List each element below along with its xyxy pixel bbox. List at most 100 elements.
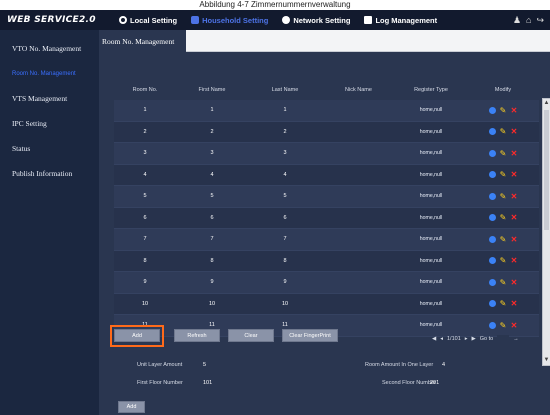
edit-icon[interactable]: ✎ bbox=[500, 235, 507, 243]
view-icon[interactable] bbox=[488, 192, 496, 200]
edit-icon[interactable]: ✎ bbox=[500, 321, 507, 329]
logout-icon[interactable]: ↪ bbox=[536, 15, 544, 25]
cell-register-type: home,null bbox=[419, 128, 443, 135]
gear-icon bbox=[119, 16, 127, 24]
tab-bar-spacer bbox=[186, 30, 550, 52]
view-icon[interactable] bbox=[488, 300, 496, 308]
first-floor-number-value[interactable]: 101 bbox=[203, 380, 212, 386]
table-row[interactable]: 7 7 7 home,null ✎ ✕ bbox=[114, 229, 539, 251]
sidebar-item-status[interactable]: Status bbox=[0, 136, 99, 161]
menu-log-management[interactable]: Log Management bbox=[364, 16, 437, 25]
delete-icon[interactable]: ✕ bbox=[511, 235, 518, 243]
pagination: ◀ ◂ 1/101 ▸ ▶ Go to → bbox=[432, 335, 519, 343]
view-icon[interactable] bbox=[488, 128, 496, 136]
cell-modify: ✎ ✕ bbox=[467, 192, 539, 200]
tab-room-management[interactable]: Room No. Management bbox=[99, 30, 187, 52]
sidebar-item-room-management[interactable]: Room No. Management bbox=[0, 61, 99, 86]
delete-icon[interactable]: ✕ bbox=[511, 214, 518, 222]
sidebar-item-publish-information[interactable]: Publish Information bbox=[0, 161, 99, 186]
menu-network-setting[interactable]: Network Setting bbox=[282, 16, 350, 25]
view-icon[interactable] bbox=[488, 214, 496, 222]
delete-icon[interactable]: ✕ bbox=[511, 300, 518, 308]
second-floor-number-value[interactable]: 201 bbox=[430, 380, 439, 386]
table-row[interactable]: 3 3 3 home,null ✎ ✕ bbox=[114, 143, 539, 165]
cell-room-no: 8 bbox=[143, 257, 147, 264]
sidebar-item-vto-management[interactable]: VTO No. Management bbox=[0, 36, 99, 61]
edit-icon[interactable]: ✎ bbox=[500, 106, 507, 114]
cell-register-type: home,null bbox=[419, 257, 443, 264]
table-row[interactable]: 9 9 9 home,null ✎ ✕ bbox=[114, 272, 539, 294]
cell-register-type: home,null bbox=[419, 214, 443, 221]
delete-icon[interactable]: ✕ bbox=[511, 171, 518, 179]
cell-last-name: 2 bbox=[283, 128, 287, 135]
cell-last-name: 4 bbox=[283, 171, 287, 178]
table-row[interactable]: 10 10 10 home,null ✎ ✕ bbox=[114, 293, 539, 315]
delete-icon[interactable]: ✕ bbox=[511, 257, 518, 265]
edit-icon[interactable]: ✎ bbox=[500, 278, 507, 286]
table-vertical-scrollbar[interactable]: ▲ ▼ bbox=[542, 98, 550, 366]
cell-room-no: 4 bbox=[143, 171, 147, 178]
view-icon[interactable] bbox=[488, 278, 496, 286]
next-page-icon[interactable]: ▸ bbox=[465, 336, 468, 342]
add-layer-button[interactable]: Add bbox=[118, 401, 145, 413]
last-page-icon[interactable]: ▶ bbox=[472, 336, 476, 342]
scroll-up-icon[interactable]: ▲ bbox=[543, 99, 550, 108]
add-button[interactable]: Add bbox=[114, 329, 160, 342]
first-page-icon[interactable]: ◀ bbox=[432, 336, 436, 342]
user-icon[interactable]: ♟ bbox=[513, 15, 521, 25]
view-icon[interactable] bbox=[488, 106, 496, 114]
room-amount-value[interactable]: 4 bbox=[442, 362, 445, 368]
view-icon[interactable] bbox=[488, 171, 496, 179]
view-icon[interactable] bbox=[488, 321, 496, 329]
edit-icon[interactable]: ✎ bbox=[500, 149, 507, 157]
delete-icon[interactable]: ✕ bbox=[511, 192, 518, 200]
cell-room-no: 7 bbox=[143, 236, 147, 243]
view-icon[interactable] bbox=[488, 235, 496, 243]
edit-icon[interactable]: ✎ bbox=[500, 214, 507, 222]
sidebar-item-vts-management[interactable]: VTS Management bbox=[0, 86, 99, 111]
room-table: Room No. First Name Last Name Nick Name … bbox=[114, 55, 550, 366]
main-content: Room No. Management Room No. First Name … bbox=[99, 30, 550, 415]
cell-first-name: 7 bbox=[210, 236, 214, 243]
second-floor-number-label: Second Floor Number bbox=[382, 380, 436, 386]
cell-first-name: 8 bbox=[210, 257, 214, 264]
home-icon[interactable]: ⌂ bbox=[526, 15, 531, 25]
scroll-down-icon[interactable]: ▼ bbox=[543, 356, 550, 365]
refresh-button[interactable]: Refresh bbox=[174, 329, 220, 342]
clear-button[interactable]: Clear bbox=[228, 329, 274, 342]
menu-local-setting-label: Local Setting bbox=[130, 15, 178, 25]
edit-icon[interactable]: ✎ bbox=[500, 257, 507, 265]
view-icon[interactable] bbox=[488, 149, 496, 157]
edit-icon[interactable]: ✎ bbox=[500, 171, 507, 179]
edit-icon[interactable]: ✎ bbox=[500, 128, 507, 136]
app-logo: WEB SERVICE2.0 bbox=[7, 15, 96, 25]
unit-layer-amount-value[interactable]: 5 bbox=[203, 362, 206, 368]
sidebar-item-ipc-setting[interactable]: IPC Setting bbox=[0, 111, 99, 136]
edit-icon[interactable]: ✎ bbox=[500, 192, 507, 200]
goto-arrow-icon[interactable]: → bbox=[513, 336, 519, 342]
table-row[interactable]: 1 1 1 home,null ✎ ✕ bbox=[114, 100, 539, 122]
table-row[interactable]: 6 6 6 home,null ✎ ✕ bbox=[114, 207, 539, 229]
goto-page-input[interactable] bbox=[497, 335, 510, 343]
cell-register-type: home,null bbox=[419, 322, 443, 329]
table-row[interactable]: 5 5 5 home,null ✎ ✕ bbox=[114, 186, 539, 208]
delete-icon[interactable]: ✕ bbox=[511, 321, 518, 329]
menu-household-setting[interactable]: Household Setting bbox=[191, 16, 268, 25]
clear-fingerprint-button[interactable]: Clear FingerPrint bbox=[282, 329, 338, 342]
cell-register-type: home,null bbox=[419, 236, 443, 243]
table-row[interactable]: 8 8 8 home,null ✎ ✕ bbox=[114, 250, 539, 272]
table-row[interactable]: 4 4 4 home,null ✎ ✕ bbox=[114, 164, 539, 186]
delete-icon[interactable]: ✕ bbox=[511, 278, 518, 286]
menu-local-setting[interactable]: Local Setting bbox=[119, 16, 177, 25]
delete-icon[interactable]: ✕ bbox=[511, 128, 518, 136]
delete-icon[interactable]: ✕ bbox=[511, 149, 518, 157]
edit-icon[interactable]: ✎ bbox=[500, 300, 507, 308]
delete-icon[interactable]: ✕ bbox=[511, 106, 518, 114]
cell-register-type: home,null bbox=[419, 150, 443, 157]
menu-household-setting-label: Household Setting bbox=[202, 15, 269, 25]
table-row[interactable]: 2 2 2 home,null ✎ ✕ bbox=[114, 121, 539, 143]
prev-page-icon[interactable]: ◂ bbox=[440, 336, 443, 342]
cell-register-type: home,null bbox=[419, 171, 443, 178]
view-icon[interactable] bbox=[488, 257, 496, 265]
scrollbar-thumb[interactable] bbox=[544, 110, 549, 230]
